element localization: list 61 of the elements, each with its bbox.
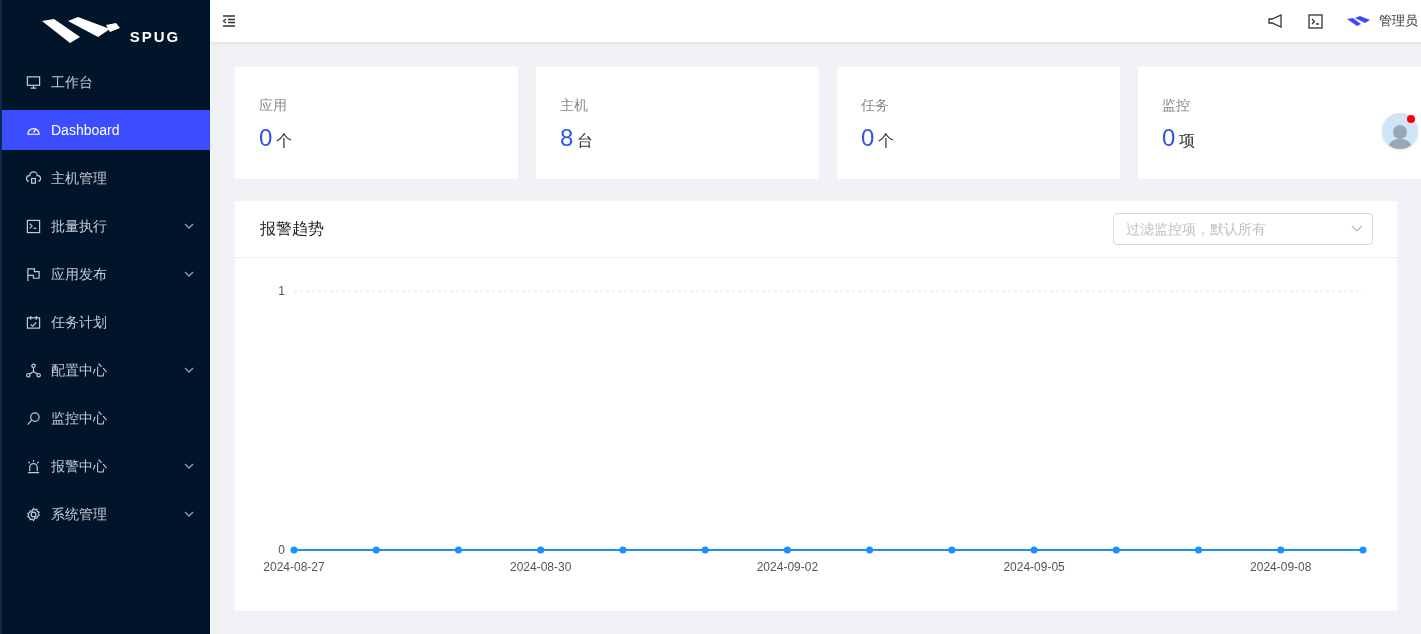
x-tick-label: 2024-08-27 — [263, 560, 325, 574]
cloud-icon — [26, 170, 41, 186]
logo-text: SPUG — [129, 26, 181, 47]
terminal-icon[interactable] — [1308, 13, 1323, 29]
x-tick-label: 2024-08-30 — [510, 560, 572, 574]
calendar-icon — [26, 314, 41, 330]
data-point — [454, 546, 462, 554]
menu-item[interactable]: 监控中心 — [2, 398, 210, 438]
stat-value: 0 — [259, 123, 273, 153]
data-point — [372, 546, 380, 554]
data-point — [866, 546, 874, 554]
flag-icon — [26, 266, 41, 282]
nodes-icon — [26, 362, 41, 378]
menu-item[interactable]: 配置中心 — [2, 350, 210, 390]
gear-icon — [26, 506, 41, 522]
filter-select[interactable]: 过滤监控项，默认所有 — [1113, 213, 1373, 245]
menu-item[interactable]: Dashboard — [2, 110, 210, 150]
user-name[interactable]: 管理员 — [1379, 11, 1418, 31]
menu-item[interactable]: 报警中心 — [2, 446, 210, 486]
monitor-icon — [26, 74, 41, 90]
stat-unit: 个 — [276, 131, 293, 151]
data-point — [1030, 546, 1038, 554]
menu-item[interactable]: 系统管理 — [2, 494, 210, 534]
megaphone-icon[interactable] — [1268, 14, 1284, 28]
stat-label: 应用 — [259, 96, 288, 115]
x-tick-label: 2024-09-05 — [1003, 560, 1065, 574]
menu-item[interactable]: 批量执行 — [2, 206, 210, 246]
menu-item[interactable]: 任务计划 — [2, 302, 210, 342]
menu-fold-icon[interactable] — [222, 15, 236, 27]
data-point — [783, 546, 791, 554]
data-point — [537, 546, 545, 554]
magnifier-icon — [26, 410, 41, 426]
y-tick-label: 1 — [278, 284, 285, 298]
stat-unit: 台 — [577, 131, 594, 151]
menu-item[interactable]: 工作台 — [2, 62, 210, 102]
data-point — [1195, 546, 1203, 554]
user-logo-icon — [1347, 16, 1371, 26]
y-tick-label: 0 — [278, 543, 285, 557]
menu-item[interactable]: 主机管理 — [2, 158, 210, 198]
data-point — [619, 546, 627, 554]
stat-label: 监控 — [1162, 96, 1191, 115]
x-tick-label: 2024-09-08 — [1250, 560, 1312, 574]
data-point — [1112, 546, 1120, 554]
stat-label: 主机 — [560, 96, 589, 115]
stat-value: 8 — [560, 123, 574, 153]
menu-item[interactable]: 应用发布 — [2, 254, 210, 294]
card-title: 报警趋势 — [260, 219, 324, 239]
stat-value: 0 — [861, 123, 875, 153]
stat-value: 0 — [1162, 123, 1176, 153]
stat-label: 任务 — [861, 96, 890, 115]
stat-unit: 项 — [1179, 131, 1196, 151]
alarm-icon — [26, 458, 41, 474]
data-point — [1359, 546, 1367, 554]
chevron-down-icon — [1351, 225, 1363, 233]
data-point — [1277, 546, 1285, 554]
data-point — [701, 546, 709, 554]
terminal-icon — [26, 218, 41, 234]
data-point — [948, 546, 956, 554]
stat-unit: 个 — [878, 131, 895, 151]
data-point — [290, 546, 298, 554]
x-tick-label: 2024-09-02 — [756, 560, 819, 574]
